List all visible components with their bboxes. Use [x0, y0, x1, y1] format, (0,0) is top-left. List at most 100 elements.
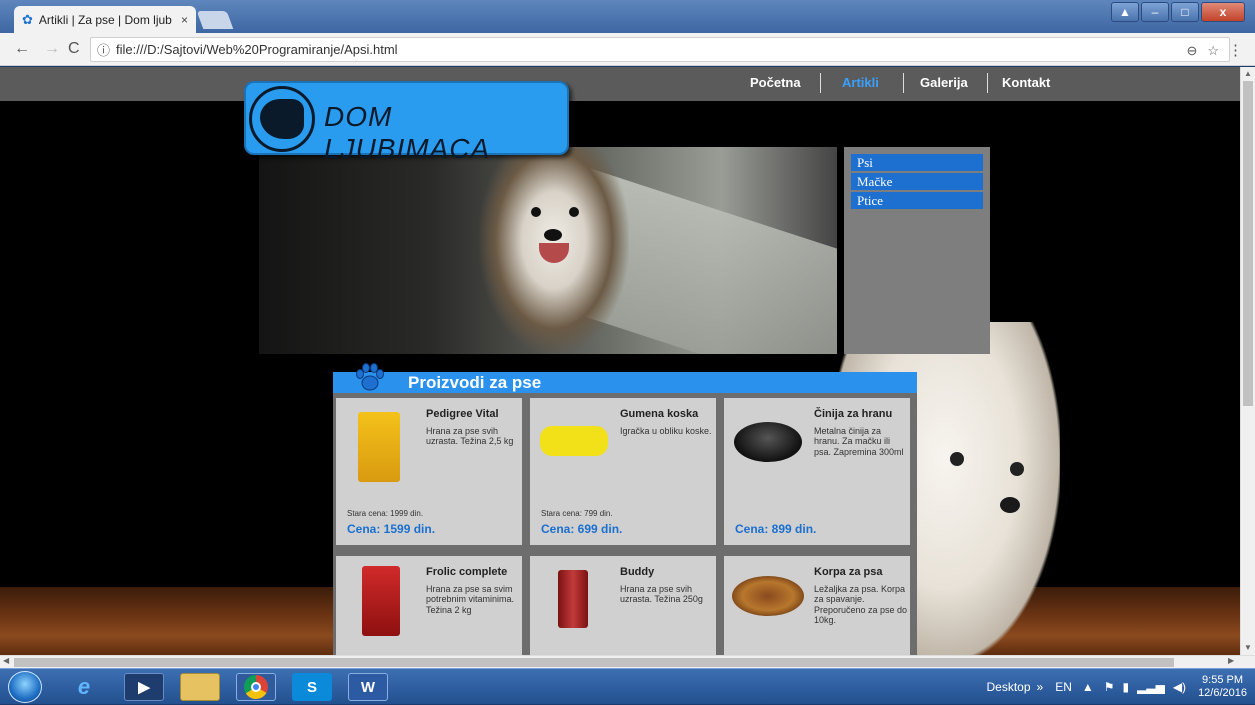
system-tray: Desktop » EN ▲ ⚑ ▮ ▂▃▅ ◀) 9:55 PM 12/6/2… [986, 669, 1255, 705]
product-desc: Ležaljka za psa. Korpa za spavanje. Prep… [814, 584, 908, 626]
url-text: file:///D:/Sajtovi/Web%20Programiranje/A… [116, 42, 398, 57]
paw-favicon-icon: ✿ [22, 11, 33, 27]
bookmark-star-icon[interactable]: ☆ [1207, 43, 1219, 59]
product-desc: Igračka u obliku koske. [620, 426, 712, 436]
address-bar: ← → C ⓘ file:///D:/Sajtovi/Web%20Program… [0, 33, 1255, 66]
logo-text: DOM LJUBIMACA [324, 101, 491, 164]
chrome-icon[interactable] [236, 673, 276, 701]
scroll-left-icon[interactable]: ◀ [3, 656, 9, 665]
show-hidden-icons-icon[interactable]: ▲ [1082, 680, 1094, 694]
product-desc: Metalna činija za hranu. Za mačku ili ps… [814, 426, 904, 457]
category-psi[interactable]: Psi [851, 154, 983, 171]
vertical-scroll-thumb[interactable] [1243, 81, 1253, 406]
scroll-down-icon[interactable]: ▼ [1244, 643, 1252, 652]
nav-galerija[interactable]: Galerija [920, 75, 968, 90]
action-center-icon[interactable]: ⚑ [1104, 680, 1115, 694]
banner-dog-image [259, 147, 837, 354]
clock-time: 9:55 PM [1202, 674, 1244, 686]
back-arrow-icon[interactable]: ← [14, 40, 30, 58]
product-price: Cena: 1599 din. [347, 522, 436, 536]
browser-tab[interactable]: ✿ Artikli | Za pse | Dom ljub × [14, 6, 196, 33]
chrome-menu-icon[interactable]: ⋮ [1228, 41, 1243, 59]
horizontal-scrollbar[interactable]: ◀ ▶ [0, 655, 1255, 668]
nav-separator [987, 73, 988, 93]
rubber-bone-image [540, 426, 608, 456]
dog-head-logo-icon [249, 86, 315, 152]
word-icon[interactable]: W [348, 673, 388, 701]
volume-icon[interactable]: ◀) [1173, 680, 1186, 694]
category-ptice[interactable]: Ptice [851, 192, 983, 209]
product-desc: Hrana za pse svih uzrasta. Težina 2,5 kg [426, 426, 514, 447]
products-header: Proizvodi za pse [333, 363, 917, 393]
product-name: Pedigree Vital [426, 408, 499, 420]
product-name: Korpa za psa [814, 566, 883, 578]
product-desc: Hrana za pse svih uzrasta. Težina 250g [620, 584, 703, 605]
frolic-bag-image [362, 566, 400, 636]
skype-icon[interactable]: S [292, 673, 332, 701]
omnibox-actions: ⊖ ☆ [1186, 43, 1219, 59]
food-bowl-image [734, 422, 802, 462]
taskbar: e ▶ S W Desktop » EN ▲ ⚑ ▮ ▂▃▅ ◀) 9:55 P… [0, 668, 1255, 704]
tab-close-icon[interactable]: × [181, 13, 188, 27]
file-explorer-icon[interactable] [180, 673, 220, 701]
product-price: Cena: 699 din. [541, 522, 623, 536]
url-field[interactable]: ⓘ file:///D:/Sajtovi/Web%20Programiranje… [90, 37, 1230, 62]
horizontal-scroll-thumb[interactable] [14, 658, 1174, 667]
desktop-toolbar-label[interactable]: Desktop [986, 680, 1030, 694]
product-card[interactable]: Korpa za psa Ležaljka za psa. Korpa za s… [724, 556, 910, 655]
language-indicator[interactable]: EN [1055, 680, 1072, 694]
product-name: Buddy [620, 566, 655, 578]
window-controls: ▲ – □ x [1111, 2, 1245, 22]
product-card[interactable]: Pedigree Vital Hrana za pse svih uzrasta… [336, 398, 522, 545]
internet-explorer-icon[interactable]: e [64, 673, 104, 701]
site-logo[interactable]: DOM LJUBIMACA [244, 81, 569, 164]
top-navigation: Početna Artikli Galerija Kontakt [0, 67, 1240, 101]
tab-title: Artikli | Za pse | Dom ljub [38, 12, 172, 27]
clock[interactable]: 9:55 PM 12/6/2016 [1198, 674, 1247, 700]
new-tab-button[interactable] [196, 11, 234, 29]
scroll-up-icon[interactable]: ▲ [1244, 69, 1252, 78]
category-menu: Psi Mačke Ptice [844, 147, 990, 354]
start-button[interactable] [8, 671, 42, 703]
close-window-button[interactable]: x [1201, 2, 1245, 22]
product-name: Frolic complete [426, 566, 508, 578]
toolbar-expand-icon[interactable]: » [1037, 680, 1044, 694]
product-card[interactable]: Buddy Hrana za pse svih uzrasta. Težina … [530, 556, 716, 655]
dog-basket-image [732, 576, 804, 616]
vertical-scrollbar[interactable]: ▲ ▼ [1240, 67, 1255, 655]
nav-pocetna[interactable]: Početna [750, 75, 801, 90]
reload-icon[interactable]: C [68, 40, 80, 58]
power-icon[interactable]: ▮ [1123, 680, 1130, 694]
pedigree-bag-image [358, 412, 400, 482]
product-name: Činija za hranu [814, 408, 893, 420]
buddy-can-image [558, 570, 588, 628]
browser-titlebar: ✿ Artikli | Za pse | Dom ljub × ▲ – □ x [0, 0, 1255, 33]
product-grid: Pedigree Vital Hrana za pse svih uzrasta… [333, 393, 917, 655]
maximize-button[interactable]: □ [1171, 2, 1199, 22]
product-old-price: Stara cena: 1999 din. [347, 509, 424, 518]
info-icon[interactable]: ⓘ [97, 40, 110, 59]
product-card[interactable]: Frolic complete Hrana za pse sa svim pot… [336, 556, 522, 655]
media-player-icon[interactable]: ▶ [124, 673, 164, 701]
network-icon[interactable]: ▂▃▅ [1137, 680, 1165, 694]
category-macke[interactable]: Mačke [851, 173, 983, 190]
product-card[interactable]: Gumena koska Igračka u obliku koske. Sta… [530, 398, 716, 545]
nav-artikli[interactable]: Artikli [842, 75, 879, 90]
forward-arrow-icon[interactable]: → [44, 40, 60, 58]
nav-kontakt[interactable]: Kontakt [1002, 75, 1050, 90]
products-title: Proizvodi za pse [408, 373, 542, 392]
product-price: Cena: 899 din. [735, 522, 817, 536]
clock-date: 12/6/2016 [1198, 687, 1247, 699]
product-old-price: Stara cena: 799 din. [541, 509, 613, 518]
scroll-right-icon[interactable]: ▶ [1228, 656, 1234, 665]
zoom-icon[interactable]: ⊖ [1186, 43, 1197, 59]
nav-separator [903, 73, 904, 93]
minimize-button[interactable]: – [1141, 2, 1169, 22]
page-viewport: Početna Artikli Galerija Kontakt DOM LJU… [0, 67, 1240, 655]
user-icon[interactable]: ▲ [1111, 2, 1139, 22]
paw-icon [356, 363, 384, 391]
nav-separator [820, 73, 821, 93]
product-desc: Hrana za pse sa svim potrebnim vitaminim… [426, 584, 515, 615]
product-card[interactable]: Činija za hranu Metalna činija za hranu.… [724, 398, 910, 545]
product-name: Gumena koska [620, 408, 699, 420]
